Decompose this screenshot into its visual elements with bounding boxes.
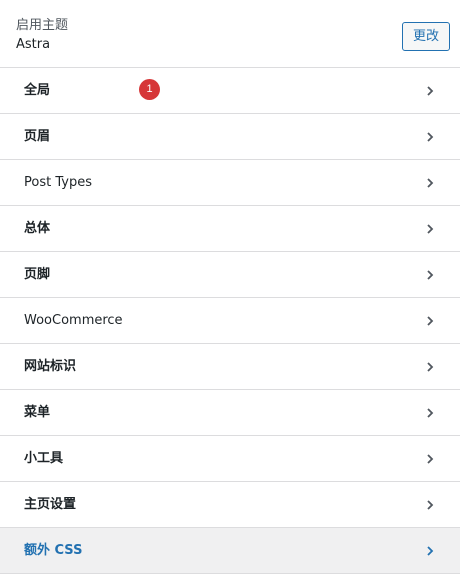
chevron-right-icon [427, 86, 434, 96]
chevron-right-icon [427, 362, 434, 372]
notification-badge: 1 [139, 79, 160, 100]
chevron-right-icon [427, 408, 434, 418]
menu-item-menus[interactable]: 菜单 [0, 390, 460, 436]
menu-item-post-types[interactable]: Post Types [0, 160, 460, 206]
menu-item-general[interactable]: 总体 [0, 206, 460, 252]
customizer-panel: 启用主题 Astra 更改 全局 页眉 Post Types 总体 页脚 Woo… [0, 0, 460, 574]
menu-item-footer[interactable]: 页脚 [0, 252, 460, 298]
menu-item-label: 总体 [24, 221, 51, 236]
chevron-right-icon [427, 270, 434, 280]
chevron-right-icon [427, 546, 434, 556]
menu-item-label: WooCommerce [24, 313, 123, 328]
chevron-right-icon [427, 178, 434, 188]
menu-item-widgets[interactable]: 小工具 [0, 436, 460, 482]
menu-item-label: 页脚 [24, 267, 51, 282]
menu-item-label: 网站标识 [24, 359, 77, 374]
menu-item-label: 全局 [24, 83, 51, 98]
chevron-right-icon [427, 316, 434, 326]
active-theme-section: 启用主题 Astra 更改 [0, 0, 460, 68]
active-theme-label: 启用主题 [16, 18, 69, 33]
change-theme-button[interactable]: 更改 [402, 22, 450, 51]
menu-item-label: 小工具 [24, 451, 64, 466]
menu-item-header[interactable]: 页眉 [0, 114, 460, 160]
menu-item-label: 主页设置 [24, 497, 77, 512]
chevron-right-icon [427, 132, 434, 142]
chevron-right-icon [427, 500, 434, 510]
menu-item-label: 菜单 [24, 405, 51, 420]
chevron-right-icon [427, 454, 434, 464]
menu-item-woocommerce[interactable]: WooCommerce [0, 298, 460, 344]
menu-item-label: 额外 CSS [24, 543, 83, 558]
menu-item-site-identity[interactable]: 网站标识 [0, 344, 460, 390]
customizer-menu: 全局 页眉 Post Types 总体 页脚 WooCommerce 网站标识 [0, 68, 460, 574]
menu-item-homepage-settings[interactable]: 主页设置 [0, 482, 460, 528]
menu-item-global[interactable]: 全局 [0, 68, 460, 114]
menu-item-label: Post Types [24, 175, 92, 190]
menu-item-additional-css[interactable]: 额外 CSS [0, 528, 460, 574]
menu-item-label: 页眉 [24, 129, 51, 144]
chevron-right-icon [427, 224, 434, 234]
active-theme-name: Astra [16, 37, 51, 52]
